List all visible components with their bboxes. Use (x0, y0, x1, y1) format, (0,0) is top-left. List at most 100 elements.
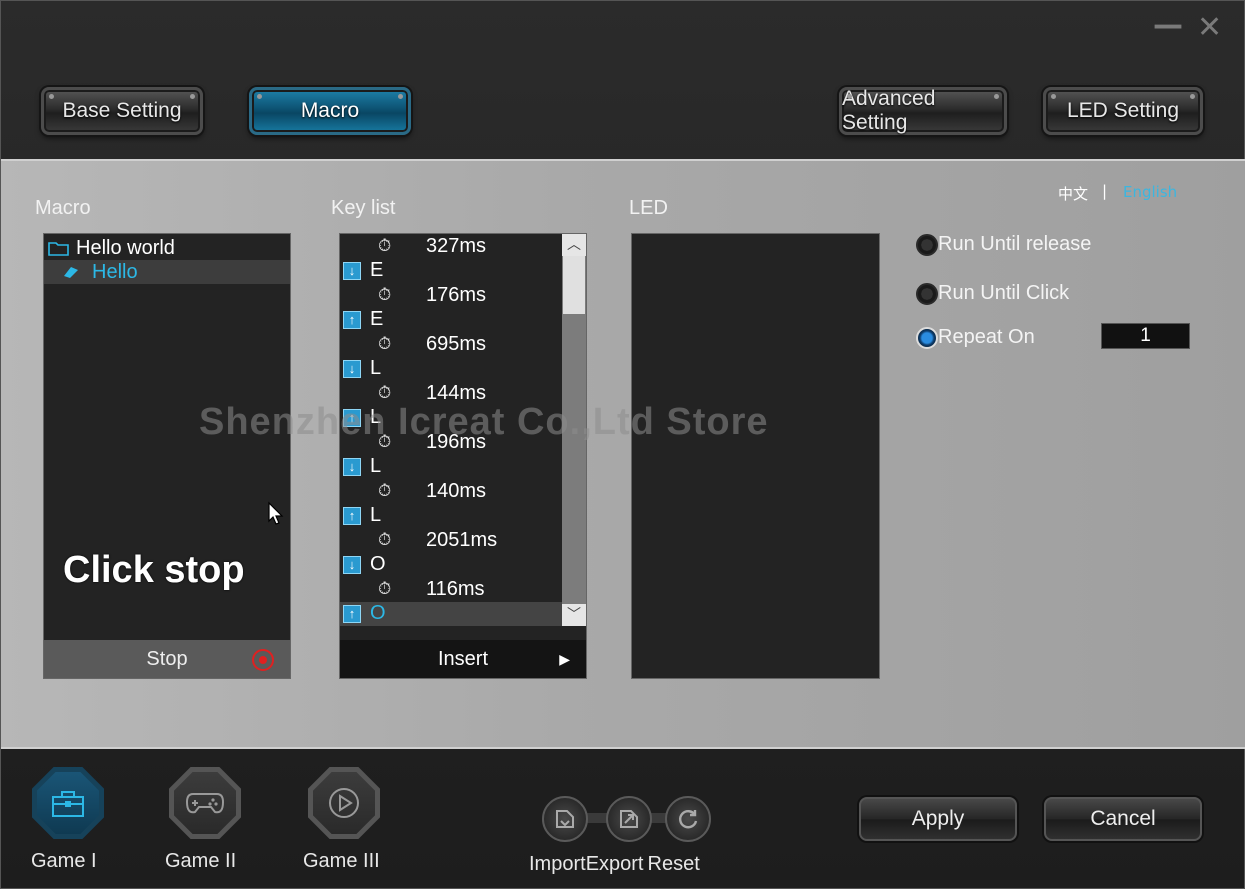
key-list-delay-row[interactable]: ⏱ 140ms (340, 479, 562, 504)
key-up-arrow-icon: ↑ (343, 310, 361, 329)
key-up-arrow-icon: ↑ (343, 604, 361, 623)
key-name: L (370, 357, 382, 380)
run-until-release-label: Run Until release (938, 233, 1092, 255)
insert-label: Insert (437, 647, 489, 670)
delay-value: 2051ms (426, 528, 498, 551)
record-stop-icon (252, 649, 274, 671)
macro-list[interactable]: Hello world Hello Stop (43, 233, 291, 679)
language-english-link[interactable]: English (1123, 183, 1177, 201)
stopwatch-icon: ⏱ (378, 236, 392, 256)
export-icon (620, 810, 638, 828)
key-list-key-row[interactable]: ↑ E (340, 308, 562, 333)
key-list-delay-row[interactable]: ⏱ 116ms (340, 577, 562, 602)
tutorial-caption: Click stop (63, 549, 245, 591)
apply-button[interactable]: Apply (859, 797, 1017, 841)
reset-button[interactable] (665, 796, 711, 842)
stop-label: Stop (146, 647, 188, 670)
key-list-delay-row[interactable]: ⏱ 2051ms (340, 528, 562, 553)
app-window: — ✕ Base Setting Macro Advanced Setting … (0, 0, 1245, 889)
macro-item-selected[interactable]: Hello (44, 260, 290, 284)
language-chinese-link[interactable]: 中文 (1058, 183, 1088, 204)
folder-icon (48, 242, 69, 256)
stopwatch-icon: ⏱ (378, 481, 392, 501)
scroll-down-icon[interactable]: ﹀ (562, 604, 586, 626)
delay-value: 140ms (426, 479, 487, 502)
delay-value: 327ms (426, 234, 487, 257)
key-name: E (370, 259, 384, 282)
insert-button[interactable]: Insert ▶ (340, 640, 586, 678)
key-down-arrow-icon: ↓ (343, 457, 361, 476)
key-name: O (370, 553, 386, 576)
toolbox-icon (52, 791, 84, 817)
stopwatch-icon: ⏱ (378, 579, 392, 599)
key-list-key-row[interactable]: ↑ O (340, 601, 562, 626)
mouse-cursor-icon (268, 501, 284, 525)
stopwatch-icon: ⏱ (378, 285, 392, 305)
key-name: L (370, 455, 382, 478)
tab-macro[interactable]: Macro (249, 87, 411, 135)
delay-value: 695ms (426, 332, 487, 355)
game-2-button[interactable] (169, 767, 241, 839)
key-down-arrow-icon: ↓ (343, 261, 361, 280)
export-button[interactable] (606, 796, 652, 842)
macro-folder[interactable]: Hello world (48, 236, 175, 260)
key-down-arrow-icon: ↓ (343, 555, 361, 574)
key-up-arrow-icon: ↑ (343, 506, 361, 525)
refresh-icon (679, 810, 698, 829)
key-name: L (370, 504, 382, 527)
key-list-key-row[interactable]: ↓ E (340, 259, 562, 284)
key-list-key-row[interactable]: ↓ L (340, 357, 562, 382)
macro-section-label: Macro (35, 197, 91, 219)
repeat-on-option[interactable]: Repeat On (916, 326, 1035, 349)
run-until-click-option[interactable]: Run Until Click (916, 282, 1069, 305)
watermark: Shenzhen Icreat Co.,Ltd Store (199, 401, 769, 443)
key-list-delay-row[interactable]: ⏱ 327ms (340, 234, 562, 259)
radio-release[interactable] (916, 233, 938, 256)
run-until-release-option[interactable]: Run Until release (916, 233, 1091, 256)
key-name: O (370, 602, 386, 625)
key-list-key-row[interactable]: ↓ L (340, 455, 562, 480)
tab-led-setting[interactable]: LED Setting (1043, 87, 1203, 135)
game-1-label: Game I (31, 850, 97, 872)
gamepad-icon (185, 793, 225, 814)
import-label: Import (529, 853, 586, 875)
play-arrow-icon: ▶ (559, 651, 570, 667)
key-list-delay-row[interactable]: ⏱ 695ms (340, 332, 562, 357)
stopwatch-icon: ⏱ (378, 530, 392, 550)
key-list[interactable]: ⏱ 327ms ↓ E ⏱ 176ms ↑ E ⏱ 695ms ↓ L ⏱ 144ms ↑ L ⏱ 196ms ↓ L… (339, 233, 587, 679)
tab-base-setting[interactable]: Base Setting (41, 87, 203, 135)
main-panel: 中文 | English Macro Key list LED Hello wo… (1, 159, 1245, 749)
play-circle-icon (329, 788, 359, 818)
macro-item-label: Hello (92, 260, 138, 283)
key-down-arrow-icon: ↓ (343, 359, 361, 378)
key-list-delay-row[interactable]: ⏱ 176ms (340, 283, 562, 308)
cancel-button[interactable]: Cancel (1044, 797, 1202, 841)
minimize-button[interactable]: — (1153, 11, 1183, 41)
key-list-key-row[interactable]: ↑ L (340, 504, 562, 529)
game-3-label: Game III (303, 850, 380, 872)
scroll-thumb[interactable] (563, 256, 585, 314)
tool-labels: Import Export Reset (529, 853, 700, 876)
game-1-button[interactable] (32, 767, 104, 839)
radio-click[interactable] (916, 282, 938, 305)
stop-button[interactable]: Stop (44, 640, 290, 678)
key-list-key-row[interactable]: ↓ O (340, 553, 562, 578)
tab-advanced-setting[interactable]: Advanced Setting (839, 87, 1007, 135)
run-until-click-label: Run Until Click (938, 282, 1070, 304)
import-icon (556, 810, 574, 828)
game-3-button[interactable] (308, 767, 380, 839)
led-section-label: LED (629, 197, 668, 219)
import-button[interactable] (542, 796, 588, 842)
delay-value: 176ms (426, 283, 487, 306)
repeat-on-label: Repeat On (938, 326, 1035, 348)
radio-repeat[interactable] (916, 326, 938, 349)
close-button[interactable]: ✕ (1197, 13, 1222, 43)
stopwatch-icon: ⏱ (378, 334, 392, 354)
game-2-label: Game II (165, 850, 237, 872)
key-name: E (370, 308, 384, 331)
scroll-up-icon[interactable]: ︿ (562, 234, 586, 256)
repeat-count-input[interactable] (1101, 323, 1190, 349)
led-list[interactable] (631, 233, 880, 679)
language-separator: | (1102, 182, 1108, 200)
tool-connector (586, 813, 608, 823)
